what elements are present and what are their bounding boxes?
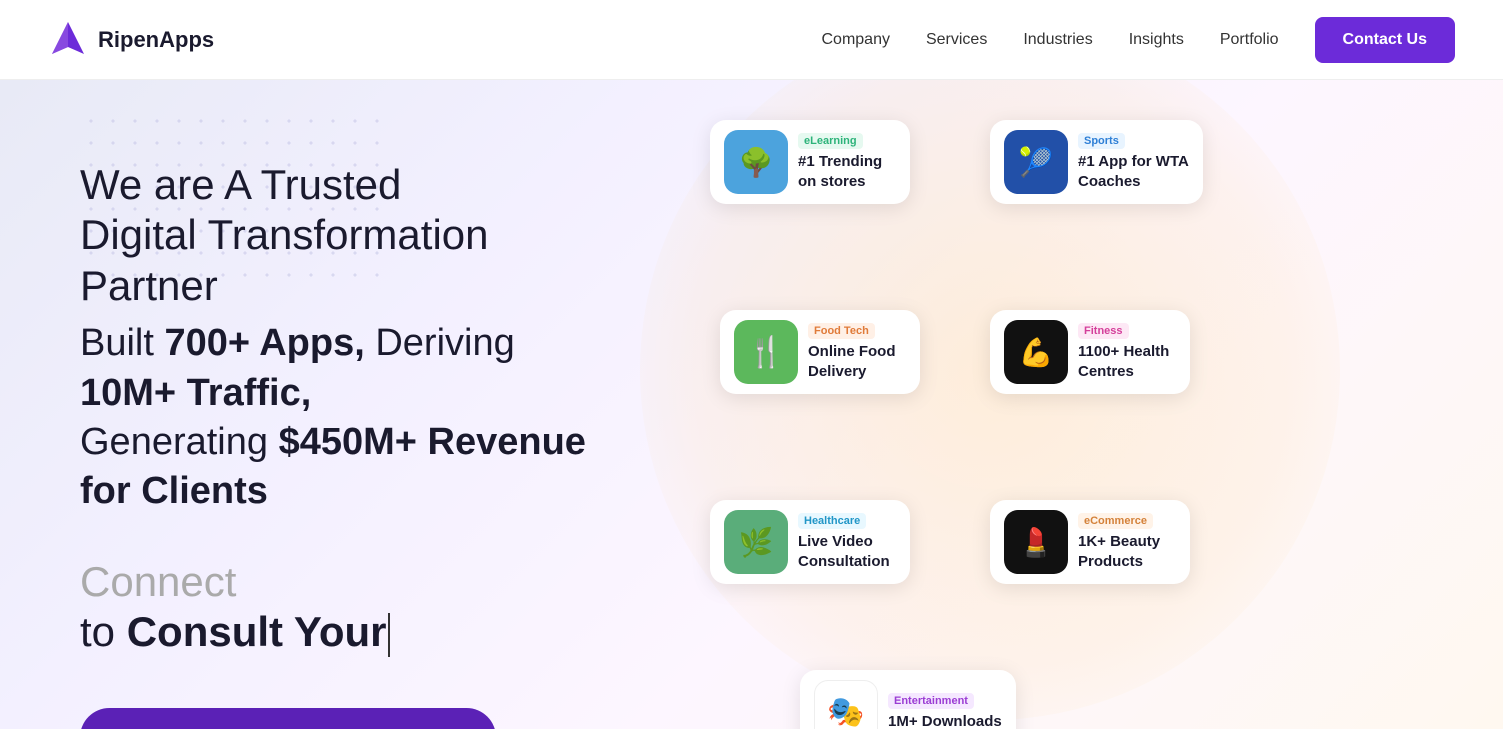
app-card-entertainment: 🎭 Entertainment 1M+ Downloads — [800, 670, 1016, 729]
app-icon-fitness: 💪 — [1004, 320, 1068, 384]
nav-portfolio[interactable]: Portfolio — [1220, 31, 1279, 49]
line3-bold: 700+ Apps, — [164, 322, 364, 364]
arrow-icon: → — [440, 726, 460, 729]
app-category-entertainment: Entertainment — [888, 693, 974, 709]
app-info-entertainment: Entertainment 1M+ Downloads — [888, 693, 1002, 729]
nav-industries[interactable]: Industries — [1023, 31, 1092, 49]
app-icon-foodtech: 🍴 — [734, 320, 798, 384]
app-category-elearning: eLearning — [798, 133, 863, 149]
app-category-fitness: Fitness — [1078, 323, 1129, 339]
hero-right: 🌳 eLearning #1 Trendingon stores 🎾 Sport… — [680, 80, 1503, 729]
line3-bold2: 10M+ Traffic, — [80, 372, 311, 414]
logo-icon — [48, 20, 88, 60]
line3-pre: Built — [80, 322, 164, 364]
app-info-healthcare: Healthcare Live VideoConsultation — [798, 513, 890, 571]
nav-services[interactable]: Services — [926, 31, 987, 49]
app-category-ecommerce: eCommerce — [1078, 513, 1153, 529]
app-category-foodtech: Food Tech — [808, 323, 875, 339]
app-title-sports: #1 App for WTACoaches — [1078, 152, 1189, 191]
app-info-ecommerce: eCommerce 1K+ BeautyProducts — [1078, 513, 1160, 571]
hero-left: We are A Trusted Digital Transformation … — [0, 80, 680, 729]
nav-company[interactable]: Company — [821, 31, 889, 49]
cta-button[interactable]: Consult with our Technical Advisors → — [80, 708, 496, 729]
app-category-sports: Sports — [1078, 133, 1125, 149]
app-info-fitness: Fitness 1100+ HealthCentres — [1078, 323, 1169, 381]
text-cursor — [388, 613, 390, 657]
consult-bold: Consult Your — [127, 608, 387, 655]
app-category-healthcare: Healthcare — [798, 513, 866, 529]
app-icon-entertainment: 🎭 — [814, 680, 878, 729]
headline-line3: Built 700+ Apps, Deriving 10M+ Traffic, — [80, 319, 620, 418]
headline-line4: Generating $450M+ Revenue for Clients — [80, 418, 620, 517]
consult-line: to Consult Your — [80, 607, 620, 657]
logo-text: RipenApps — [98, 27, 214, 53]
app-card-foodtech: 🍴 Food Tech Online FoodDelivery — [720, 310, 920, 394]
app-card-sports: 🎾 Sports #1 App for WTACoaches — [990, 120, 1203, 204]
app-info-elearning: eLearning #1 Trendingon stores — [798, 133, 882, 191]
consult-pre: to — [80, 608, 127, 655]
app-card-fitness: 💪 Fitness 1100+ HealthCentres — [990, 310, 1190, 394]
app-title-foodtech: Online FoodDelivery — [808, 342, 896, 381]
headline-line2: Digital Transformation Partner — [80, 210, 620, 311]
line3-mid: Deriving — [365, 322, 515, 364]
app-card-ecommerce: 💄 eCommerce 1K+ BeautyProducts — [990, 500, 1190, 584]
app-icon-elearning: 🌳 — [724, 130, 788, 194]
nav-links: Company Services Industries Insights Por… — [821, 17, 1455, 63]
hero-section: We are A Trusted Digital Transformation … — [0, 80, 1503, 729]
app-title-fitness: 1100+ HealthCentres — [1078, 342, 1169, 381]
app-icon-sports: 🎾 — [1004, 130, 1068, 194]
nav-insights[interactable]: Insights — [1129, 31, 1184, 49]
logo[interactable]: RipenApps — [48, 20, 214, 60]
contact-button[interactable]: Contact Us — [1315, 17, 1455, 63]
app-card-healthcare: 🌿 Healthcare Live VideoConsultation — [710, 500, 910, 584]
navbar: RipenApps Company Services Industries In… — [0, 0, 1503, 80]
headline: We are A Trusted Digital Transformation … — [80, 160, 620, 517]
app-title-elearning: #1 Trendingon stores — [798, 152, 882, 191]
app-info-sports: Sports #1 App for WTACoaches — [1078, 133, 1189, 191]
app-info-foodtech: Food Tech Online FoodDelivery — [808, 323, 896, 381]
connect-section: Connect to Consult Your — [80, 557, 620, 658]
app-title-healthcare: Live VideoConsultation — [798, 532, 890, 571]
connect-label: Connect — [80, 557, 620, 607]
app-card-elearning: 🌳 eLearning #1 Trendingon stores — [710, 120, 910, 204]
app-title-entertainment: 1M+ Downloads — [888, 712, 1002, 729]
line4-pre: Generating — [80, 421, 279, 463]
app-title-ecommerce: 1K+ BeautyProducts — [1078, 532, 1160, 571]
app-icon-ecommerce: 💄 — [1004, 510, 1068, 574]
app-icon-healthcare: 🌿 — [724, 510, 788, 574]
headline-line1: We are A Trusted — [80, 160, 620, 210]
